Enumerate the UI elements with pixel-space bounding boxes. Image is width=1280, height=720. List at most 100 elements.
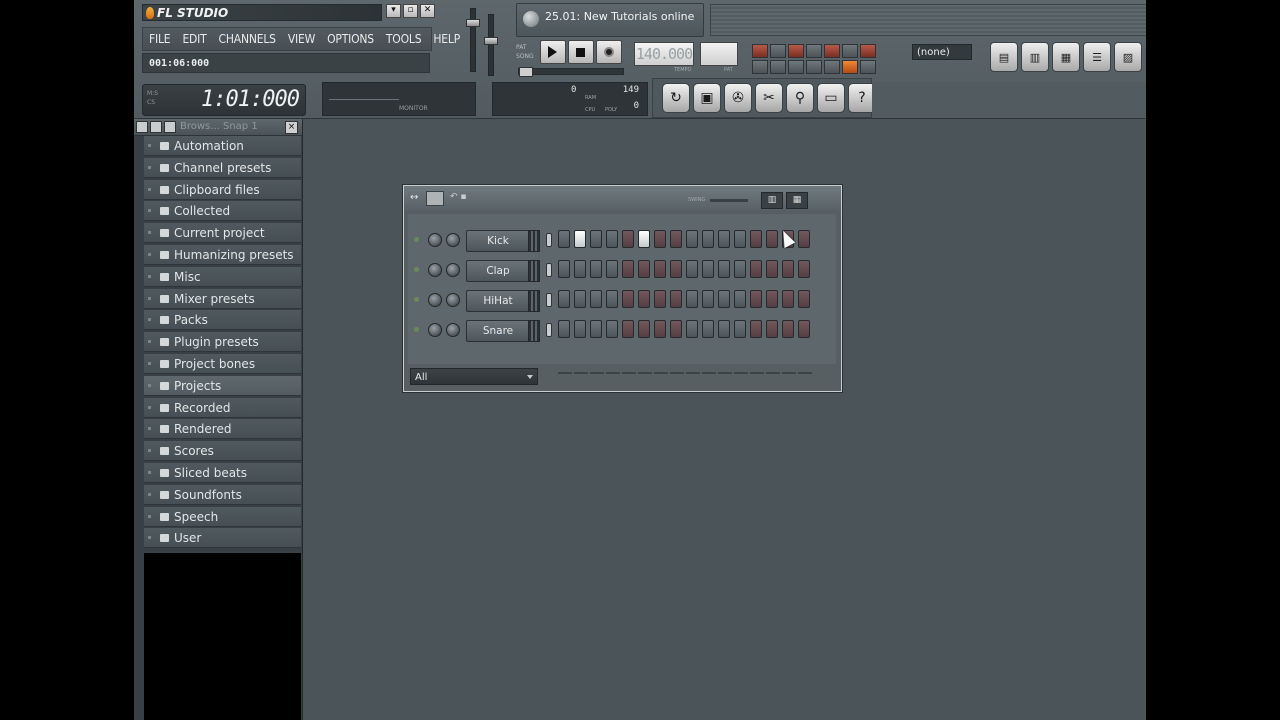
step-button[interactable] bbox=[766, 290, 778, 308]
step-sequencer-icon[interactable]: ▥ bbox=[1021, 42, 1049, 72]
step-button[interactable] bbox=[558, 290, 570, 308]
menu-options[interactable]: OPTIONS bbox=[321, 32, 380, 46]
step-button[interactable] bbox=[606, 320, 618, 338]
browser-folder[interactable]: Project bones bbox=[144, 353, 301, 374]
step-button[interactable] bbox=[702, 290, 714, 308]
step-button[interactable] bbox=[734, 260, 746, 278]
step-button[interactable] bbox=[590, 290, 602, 308]
step-button[interactable] bbox=[766, 230, 778, 248]
step-button[interactable] bbox=[558, 320, 570, 338]
time-display[interactable]: M:S CS 1:01:000 bbox=[142, 84, 306, 116]
step-button[interactable] bbox=[718, 230, 730, 248]
browser-folder[interactable]: Automation bbox=[144, 136, 301, 156]
step-button[interactable] bbox=[702, 260, 714, 278]
step-button[interactable] bbox=[622, 230, 634, 248]
step-button[interactable] bbox=[686, 230, 698, 248]
mixer-icon[interactable]: ▨ bbox=[1114, 42, 1142, 72]
browser-folder[interactable]: Projects bbox=[144, 375, 301, 396]
playlist-icon[interactable]: ▤ bbox=[990, 42, 1018, 72]
browser-folder[interactable]: Speech bbox=[144, 506, 301, 527]
step-button[interactable] bbox=[606, 290, 618, 308]
step-button[interactable] bbox=[798, 320, 810, 338]
toggle-playlist[interactable] bbox=[860, 60, 876, 74]
swing-slider[interactable] bbox=[710, 199, 748, 202]
step-button[interactable] bbox=[638, 290, 650, 308]
record-button[interactable] bbox=[595, 40, 622, 64]
step-button[interactable] bbox=[734, 320, 746, 338]
master-volume-knob[interactable] bbox=[466, 19, 480, 27]
toggle-metronome[interactable] bbox=[806, 44, 822, 58]
browser-folder[interactable]: Rendered bbox=[144, 419, 301, 440]
channel-volume-knob[interactable] bbox=[446, 323, 460, 337]
channel-volume-knob[interactable] bbox=[446, 233, 460, 247]
step-button[interactable] bbox=[734, 290, 746, 308]
step-button[interactable] bbox=[670, 290, 682, 308]
step-button[interactable] bbox=[686, 260, 698, 278]
step-button[interactable] bbox=[782, 320, 794, 338]
step-button[interactable] bbox=[670, 230, 682, 248]
channel-select-indicator[interactable] bbox=[546, 323, 552, 337]
step-button[interactable] bbox=[638, 230, 650, 248]
browser-folder[interactable]: Packs bbox=[144, 310, 301, 331]
step-button[interactable] bbox=[734, 230, 746, 248]
menu-view[interactable]: VIEW bbox=[282, 32, 321, 46]
master-volume-slider[interactable] bbox=[466, 8, 480, 72]
resize-arrows-icon[interactable]: ↔ bbox=[410, 192, 418, 203]
menu-edit[interactable]: EDIT bbox=[176, 32, 212, 46]
channel-button[interactable]: Snare bbox=[466, 320, 530, 342]
step-button[interactable] bbox=[622, 290, 634, 308]
channel-pan-knob[interactable] bbox=[428, 263, 442, 277]
toggle-midi[interactable] bbox=[842, 60, 858, 74]
step-button[interactable] bbox=[590, 260, 602, 278]
news-panel[interactable]: 25.01: New Tutorials online bbox=[516, 3, 704, 37]
channel-mute-led[interactable] bbox=[414, 237, 419, 242]
step-button[interactable] bbox=[750, 320, 762, 338]
step-button[interactable] bbox=[798, 260, 810, 278]
toggle-pitch[interactable] bbox=[824, 60, 840, 74]
menu-button[interactable] bbox=[426, 191, 444, 206]
step-button[interactable] bbox=[702, 320, 714, 338]
step-button[interactable] bbox=[574, 320, 586, 338]
channel-mute-led[interactable] bbox=[414, 297, 419, 302]
song-position-slider[interactable] bbox=[518, 67, 624, 77]
keyboard-editor-tab[interactable]: ▦ bbox=[786, 192, 808, 209]
step-button[interactable] bbox=[654, 260, 666, 278]
channel-pan-knob[interactable] bbox=[428, 323, 442, 337]
browser-folder[interactable]: Scores bbox=[144, 441, 301, 462]
step-button[interactable] bbox=[798, 230, 810, 248]
toggle-step-edit[interactable] bbox=[770, 44, 786, 58]
step-button[interactable] bbox=[606, 260, 618, 278]
browser-folder[interactable]: Current project bbox=[144, 223, 301, 244]
channel-filter[interactable]: All bbox=[410, 368, 538, 385]
tempo-display[interactable]: 140.000 bbox=[634, 42, 694, 66]
step-button[interactable] bbox=[574, 290, 586, 308]
browser-folder[interactable]: Mixer presets bbox=[144, 288, 301, 309]
channel-grip[interactable] bbox=[528, 320, 540, 342]
menu-help[interactable]: HELP bbox=[427, 32, 466, 46]
close-button[interactable]: ✕ bbox=[420, 4, 435, 18]
browser-collapse-icon[interactable] bbox=[150, 121, 162, 133]
output-selector[interactable]: (none) bbox=[912, 44, 972, 60]
step-button[interactable] bbox=[670, 320, 682, 338]
master-pitch-slider[interactable] bbox=[484, 14, 498, 76]
browser-folder[interactable]: Recorded bbox=[144, 397, 301, 418]
step-sequencer-titlebar[interactable]: ↔ ↶ ▪ SWING ▥ ▦ bbox=[404, 186, 841, 210]
step-button[interactable] bbox=[766, 260, 778, 278]
undo-small-icon[interactable]: ↶ ▪ bbox=[450, 192, 467, 202]
song-position-knob[interactable] bbox=[519, 67, 533, 77]
channel-grip[interactable] bbox=[528, 290, 540, 312]
menu-channels[interactable]: CHANNELS bbox=[213, 32, 282, 46]
browser-icon[interactable]: ☰ bbox=[1083, 42, 1111, 72]
toggle-scroll[interactable] bbox=[770, 60, 786, 74]
toggle-auto-scroll[interactable] bbox=[788, 60, 804, 74]
graph-editor-tab[interactable]: ▥ bbox=[761, 192, 783, 209]
step-button[interactable] bbox=[654, 230, 666, 248]
browser-folder[interactable]: Clipboard files bbox=[144, 179, 301, 200]
toggle-typing-keyboard[interactable] bbox=[752, 44, 768, 58]
step-button[interactable] bbox=[654, 290, 666, 308]
project-info-icon[interactable]: ▭ bbox=[817, 83, 845, 113]
step-button[interactable] bbox=[574, 230, 586, 248]
browser-folder[interactable]: User bbox=[144, 528, 301, 549]
minimize-button[interactable]: ▾ bbox=[386, 4, 401, 18]
piano-roll-icon[interactable]: ▦ bbox=[1052, 42, 1080, 72]
